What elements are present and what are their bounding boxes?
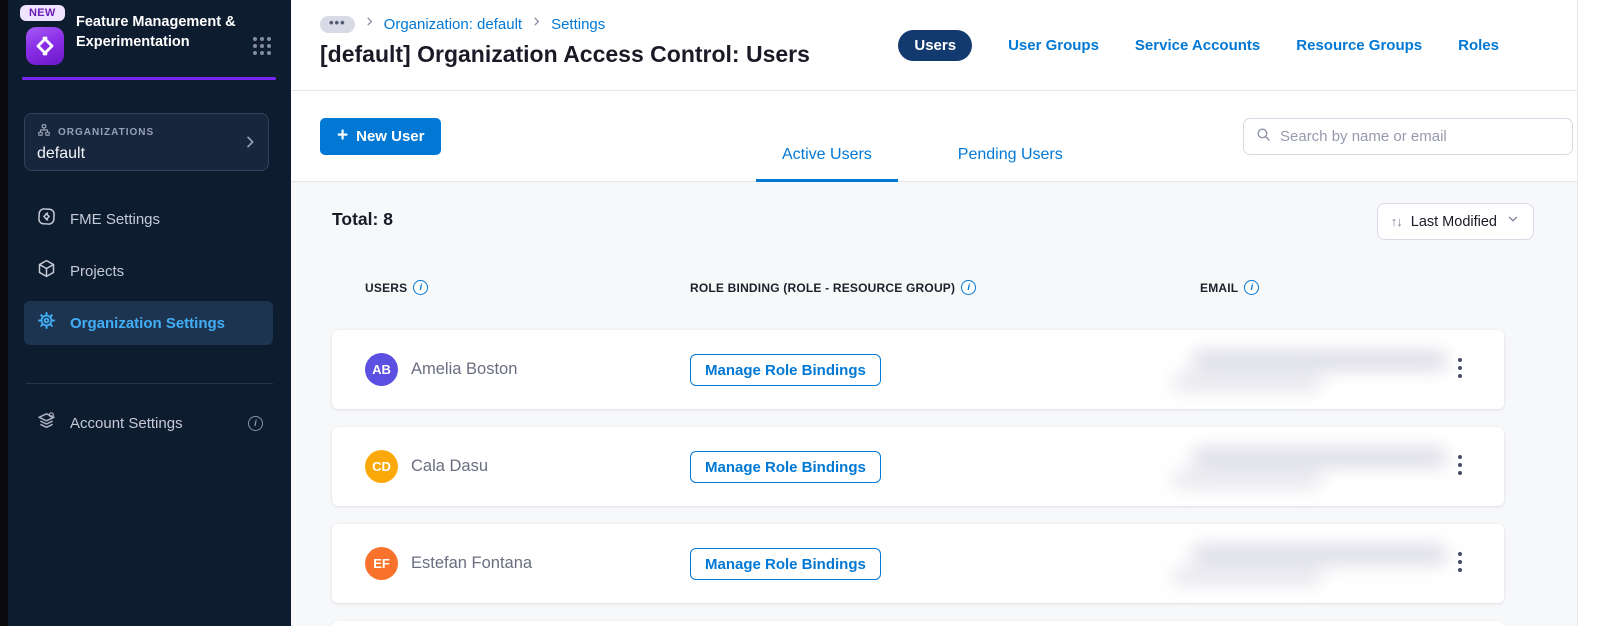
plus-icon: +: [337, 124, 349, 146]
page-title: [default] Organization Access Control: U…: [320, 41, 810, 67]
sidebar-item-organization-settings[interactable]: Organization Settings: [24, 301, 273, 345]
app-title: Feature Management & Experimentation: [76, 14, 236, 50]
user-name: Cala Dasu: [411, 457, 489, 475]
sidebar-item-label: Organization Settings: [70, 314, 226, 332]
organization-selector[interactable]: ORGANIZATIONS default: [24, 113, 269, 171]
layers-icon: [36, 410, 57, 436]
info-icon[interactable]: i: [413, 280, 429, 295]
tab-pending-users[interactable]: Pending Users: [932, 146, 1089, 182]
chevron-right-icon: [242, 133, 258, 156]
split-outline-icon: [36, 206, 57, 232]
search-input[interactable]: [1280, 128, 1561, 145]
sidebar-divider: [26, 383, 273, 384]
table-row: EF Estefan Fontana Manage Role Bindings: [332, 524, 1504, 603]
sort-dropdown[interactable]: ↑↓ Last Modified: [1376, 203, 1534, 240]
chevron-down-icon: [1506, 212, 1520, 231]
hierarchy-icon: [37, 123, 51, 142]
new-user-button[interactable]: + New User: [320, 118, 442, 155]
organizations-label: ORGANIZATIONS: [58, 127, 155, 138]
redacted-email: [1172, 344, 1472, 396]
breadcrumb-link-organization[interactable]: Organization: default: [384, 16, 522, 33]
search-box: [1243, 118, 1573, 155]
row-menu-kebab-icon[interactable]: [1456, 356, 1464, 380]
sidebar-item-label: Account Settings: [70, 414, 183, 432]
column-label: EMAIL: [1200, 280, 1239, 295]
avatar: AB: [365, 353, 398, 386]
sort-dropdown-value: Last Modified: [1410, 213, 1497, 230]
breadcrumb-ellipsis-button[interactable]: •••: [320, 15, 355, 33]
organization-value: default: [37, 145, 86, 162]
column-header-email: EMAIL i: [1200, 280, 1260, 295]
tab-users[interactable]: Users: [898, 30, 973, 61]
new-badge: NEW: [20, 5, 65, 21]
breadcrumb: ••• Organization: default Settings: [320, 15, 605, 33]
breadcrumb-separator-icon: [531, 15, 542, 33]
breadcrumb-separator-icon: [364, 15, 375, 33]
tab-service-accounts[interactable]: Service Accounts: [1135, 37, 1260, 54]
user-name: Amelia Boston: [411, 360, 518, 378]
search-icon: [1255, 126, 1272, 148]
module-grid-icon[interactable]: [253, 37, 271, 55]
sidebar-item-label: FME Settings: [70, 210, 161, 228]
page-header: ••• Organization: default Settings [defa…: [291, 0, 1577, 91]
avatar: EF: [365, 547, 398, 580]
table-row-partial: [332, 621, 1504, 626]
column-label: USERS: [365, 280, 408, 295]
cube-icon: [36, 258, 57, 284]
redacted-email: [1172, 441, 1472, 493]
avatar: CD: [365, 450, 398, 483]
info-icon[interactable]: i: [248, 415, 263, 431]
brand-divider: [22, 77, 276, 80]
column-header-role-binding: ROLE BINDING (ROLE - RESOURCE GROUP) i: [690, 280, 977, 295]
user-rows: AB Amelia Boston Manage Role Bindings CD…: [332, 330, 1504, 626]
table-row: CD Cala Dasu Manage Role Bindings: [332, 427, 1504, 506]
row-menu-kebab-icon[interactable]: [1456, 550, 1464, 574]
table-header-row: USERS i ROLE BINDING (ROLE - RESOURCE GR…: [332, 280, 1504, 300]
sidebar-item-label: Projects: [70, 262, 125, 280]
row-menu-kebab-icon[interactable]: [1456, 453, 1464, 477]
sidebar-nav: FME Settings Projects Organization Setti…: [8, 197, 291, 345]
sort-arrows-icon: ↑↓: [1390, 214, 1403, 229]
screen-edge: [0, 0, 8, 626]
info-icon[interactable]: i: [1244, 280, 1260, 295]
sidebar-item-account-settings[interactable]: Account Settings i: [24, 401, 273, 445]
info-icon[interactable]: i: [961, 280, 977, 295]
table-row: AB Amelia Boston Manage Role Bindings: [332, 330, 1504, 409]
total-count: Total: 8: [332, 209, 393, 229]
user-state-tabs: Active Users Pending Users: [756, 146, 1089, 182]
manage-role-bindings-button[interactable]: Manage Role Bindings: [690, 451, 881, 483]
redacted-email: [1172, 538, 1472, 590]
sidebar-item-projects[interactable]: Projects: [24, 249, 273, 293]
tab-user-groups[interactable]: User Groups: [1008, 37, 1099, 54]
manage-role-bindings-button[interactable]: Manage Role Bindings: [690, 548, 881, 580]
sidebar-header: NEW Feature Management & Experimentation: [8, 0, 291, 90]
column-label: ROLE BINDING (ROLE - RESOURCE GROUP): [690, 280, 956, 295]
tab-resource-groups[interactable]: Resource Groups: [1296, 37, 1422, 54]
manage-role-bindings-button[interactable]: Manage Role Bindings: [690, 354, 881, 386]
access-control-tabs: Users User Groups Service Accounts Resou…: [898, 30, 1499, 61]
users-list: Total: 8 ↑↓ Last Modified USERS i ROLE B…: [291, 182, 1577, 626]
breadcrumb-link-settings[interactable]: Settings: [551, 16, 605, 33]
main-content: ••• Organization: default Settings [defa…: [291, 0, 1578, 626]
split-logo-icon[interactable]: [26, 27, 64, 65]
new-user-button-label: New User: [356, 128, 425, 145]
tab-roles[interactable]: Roles: [1458, 37, 1499, 54]
toolbar: + New User Active Users Pending Users: [291, 91, 1577, 182]
sidebar-item-fme-settings[interactable]: FME Settings: [24, 197, 273, 241]
sidebar: NEW Feature Management & Experimentation…: [8, 0, 291, 626]
tab-active-users[interactable]: Active Users: [756, 146, 898, 182]
user-name: Estefan Fontana: [411, 554, 533, 572]
gear-icon: [36, 310, 57, 336]
list-summary: Total: 8 ↑↓ Last Modified: [332, 203, 1534, 250]
column-header-users: USERS i: [365, 280, 429, 295]
